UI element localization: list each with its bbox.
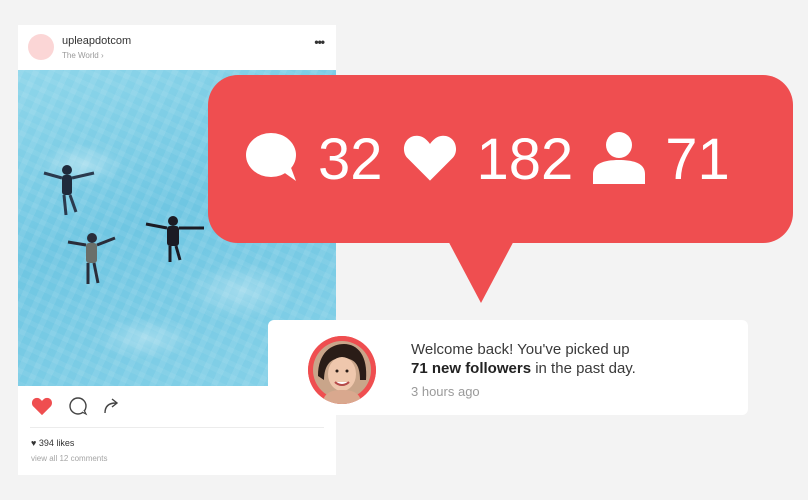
notification-counters: 32 182 71 xyxy=(244,75,748,243)
post-location[interactable]: The World › xyxy=(62,51,104,60)
likes-count-large: 182 xyxy=(476,126,574,192)
post-header: upleapdotcom The World › ••• xyxy=(18,25,336,68)
share-icon[interactable] xyxy=(102,396,122,421)
post-username[interactable]: upleapdotcom xyxy=(62,35,131,47)
comment-icon[interactable] xyxy=(68,396,88,421)
chevron-right-icon: › xyxy=(101,51,104,60)
notification-bubble: 32 182 71 xyxy=(208,75,793,243)
user-icon xyxy=(591,130,647,189)
post-location-label: The World xyxy=(62,51,99,60)
view-comments-link[interactable]: view all 12 comments xyxy=(31,454,107,463)
divider xyxy=(30,427,324,428)
comment-bubble-icon xyxy=(244,131,300,188)
heart-icon xyxy=(401,131,459,188)
heart-icon[interactable] xyxy=(30,396,54,421)
avatar[interactable] xyxy=(28,34,54,60)
likes-text: 394 likes xyxy=(38,438,75,448)
followers-count: 71 xyxy=(665,126,730,192)
avatar xyxy=(308,336,376,404)
likes-count[interactable]: ♥ 394 likes xyxy=(31,438,74,448)
toast-highlight: 71 new followers xyxy=(411,360,532,377)
welcome-toast[interactable]: Welcome back! You've picked up 71 new fo… xyxy=(268,320,748,415)
small-heart-icon: ♥ xyxy=(31,438,37,448)
comments-count: 32 xyxy=(318,126,383,192)
toast-timestamp: 3 hours ago xyxy=(411,384,480,399)
toast-message-line2: 71 new followers in the past day. xyxy=(411,360,636,377)
bubble-tail xyxy=(445,235,517,303)
more-options-icon[interactable]: ••• xyxy=(314,35,325,49)
post-actions xyxy=(30,396,122,421)
toast-suffix: in the past day. xyxy=(535,360,636,377)
toast-message: Welcome back! You've picked up xyxy=(411,341,630,358)
